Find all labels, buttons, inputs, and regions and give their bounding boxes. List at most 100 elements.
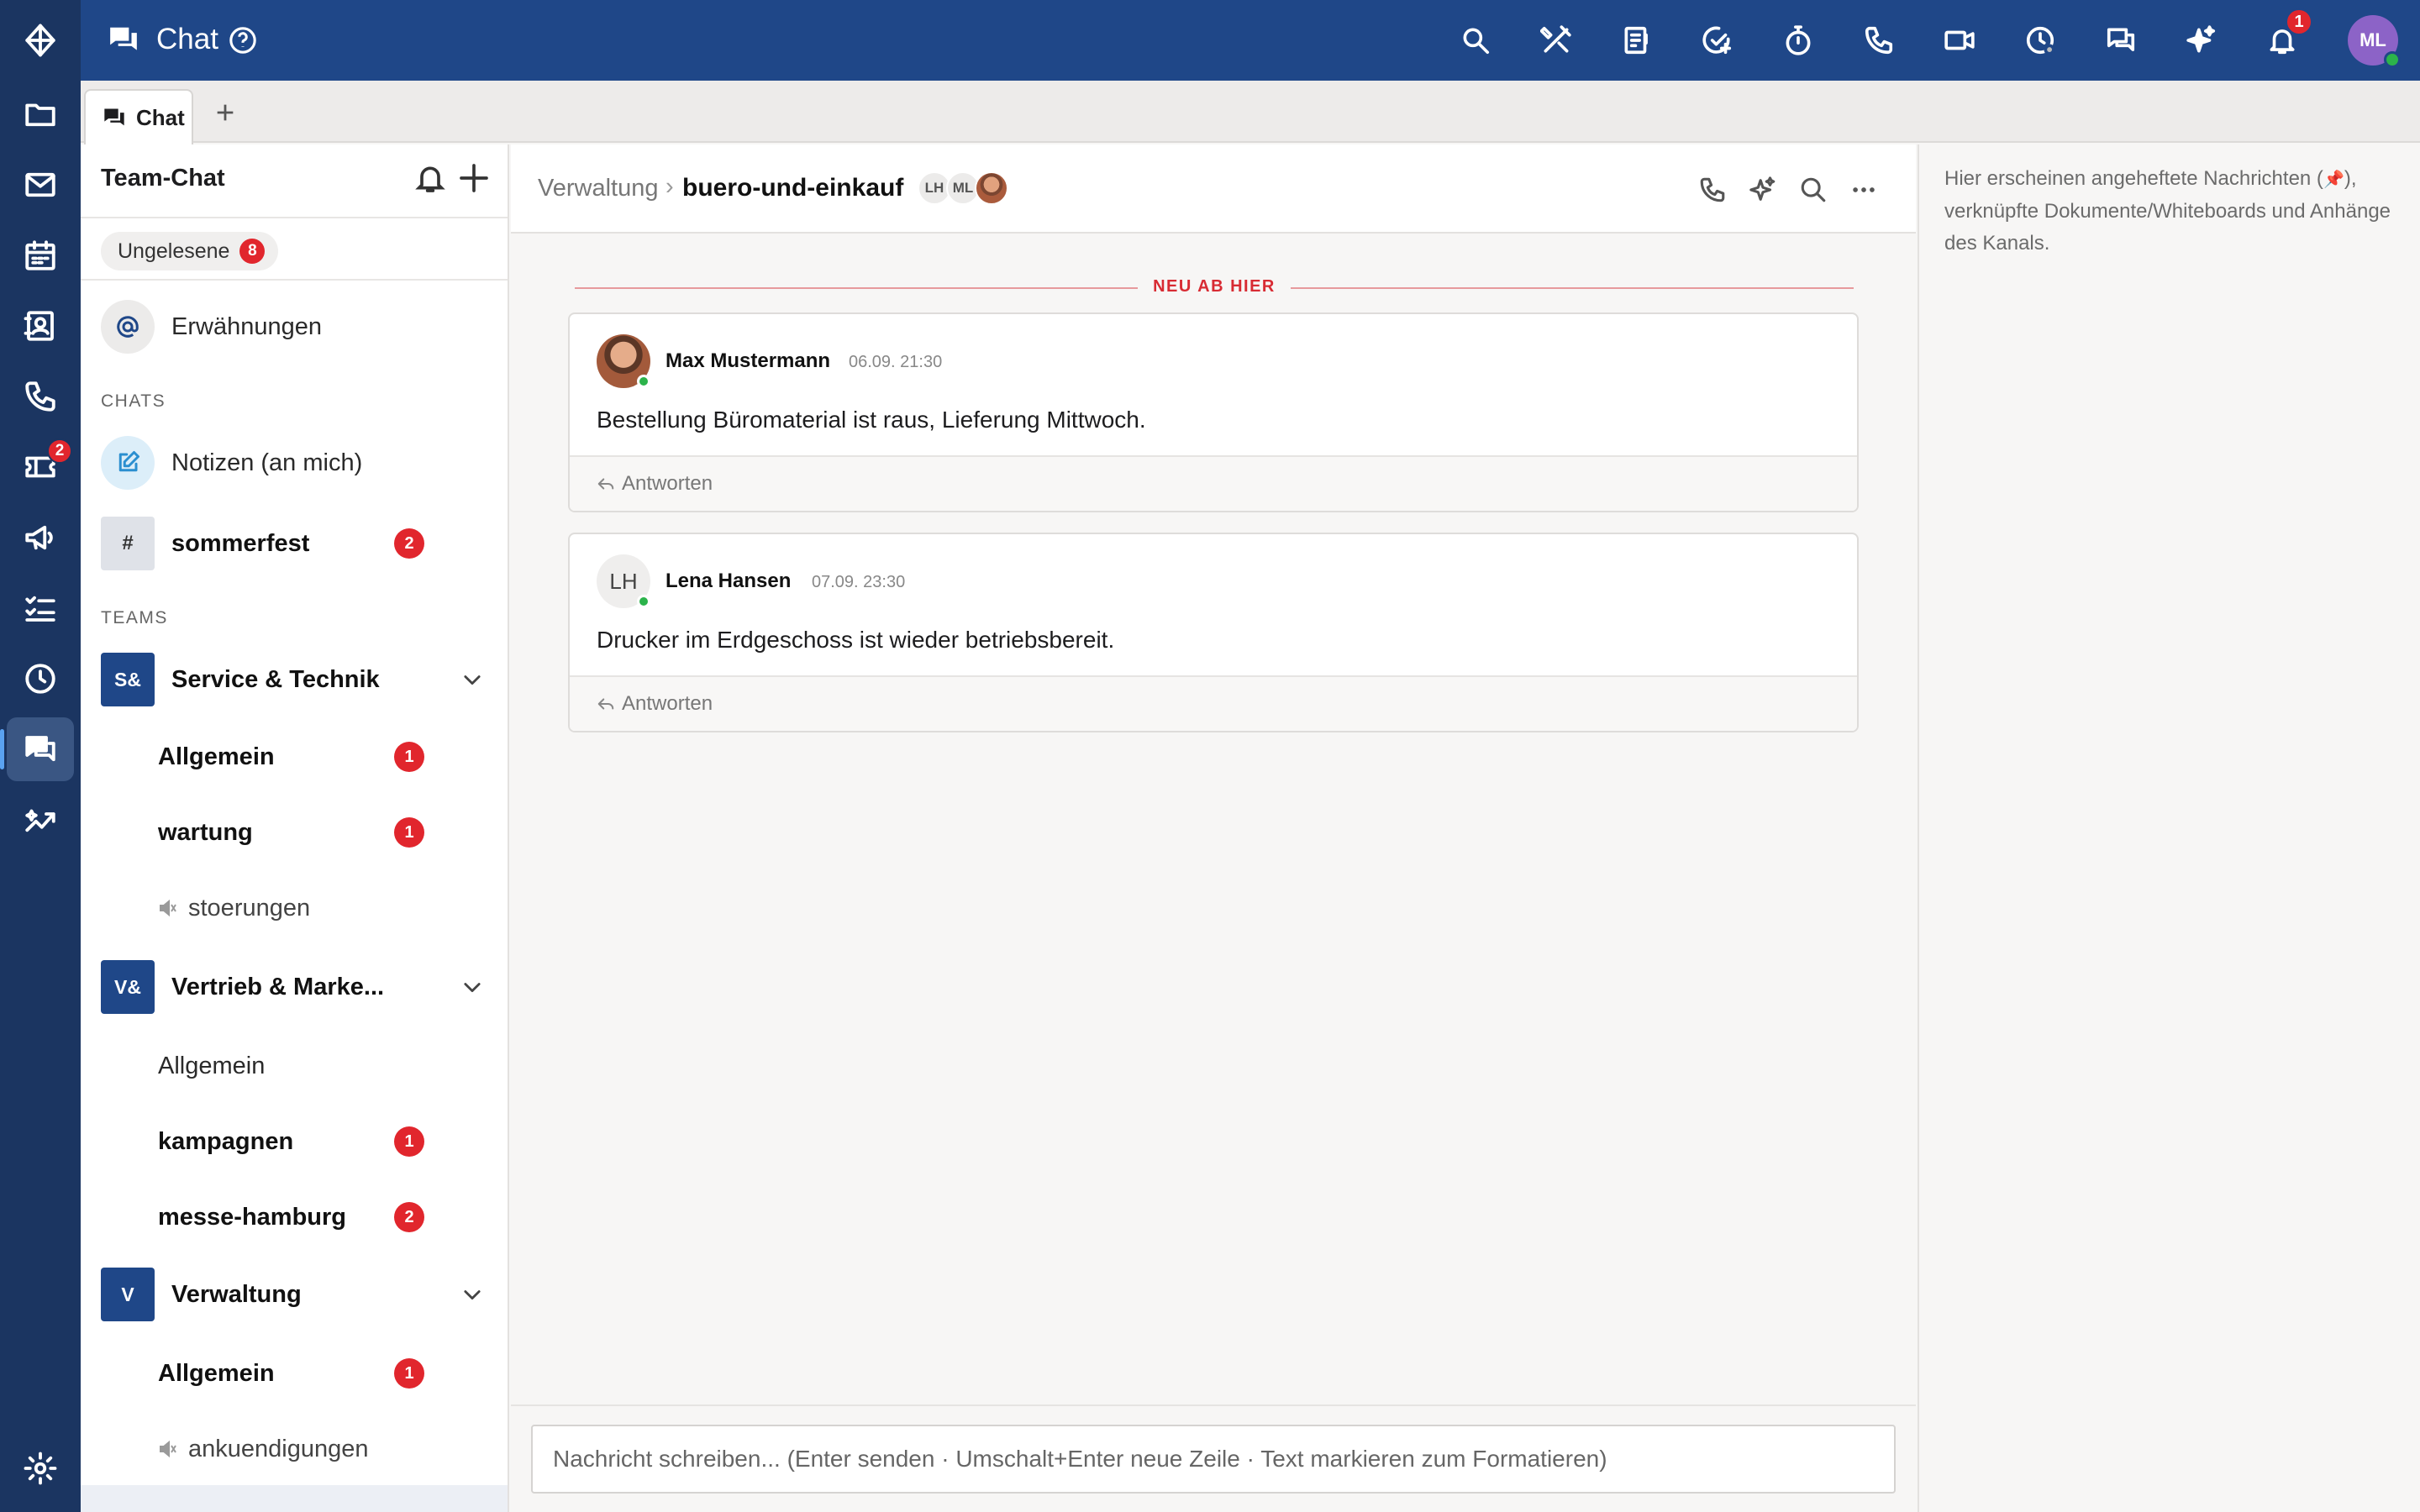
analytics-icon[interactable]: [7, 788, 74, 852]
channel-item[interactable]: Allgemein 1: [81, 719, 508, 795]
chevron-down-icon[interactable]: [460, 668, 484, 691]
more-options-button[interactable]: [1845, 171, 1882, 208]
mentions-item[interactable]: Erwähnungen: [81, 294, 508, 360]
author-initials: LH: [609, 568, 638, 594]
member-avatar-photo[interactable]: [975, 171, 1008, 205]
reply-button[interactable]: Antworten: [597, 692, 713, 716]
channel-item[interactable]: Allgemein: [81, 1028, 508, 1104]
channel-label: ankuendigungen: [188, 1435, 369, 1462]
author-avatar[interactable]: LH: [597, 554, 650, 608]
calendar-icon[interactable]: [7, 223, 74, 287]
video-icon[interactable]: [1939, 20, 1980, 60]
note-edit-icon: [101, 436, 155, 490]
search-icon[interactable]: [1455, 20, 1496, 60]
call-button[interactable]: [1694, 171, 1731, 208]
new-messages-divider: NEU AB HIER: [575, 277, 1854, 297]
user-avatar[interactable]: ML: [2348, 15, 2401, 68]
online-status-dot: [637, 375, 650, 388]
phone-icon[interactable]: [7, 365, 74, 428]
chats-section-label: CHATS: [101, 391, 166, 411]
breadcrumb-team[interactable]: Verwaltung: [538, 175, 659, 202]
channel-item[interactable]: stoerungen: [81, 870, 508, 946]
channel-item[interactable]: Allgemein 1: [81, 1336, 508, 1411]
help-icon[interactable]: [229, 26, 257, 55]
team-avatar: S&: [101, 653, 155, 706]
channel-label: Allgemein: [158, 743, 275, 770]
note-icon[interactable]: [1617, 20, 1657, 60]
selected-channel-highlight[interactable]: [81, 1485, 508, 1512]
mute-icon: [158, 898, 178, 918]
composer-area: [511, 1404, 1916, 1512]
sidebar-title: Team-Chat: [101, 165, 225, 192]
contacts-icon[interactable]: [7, 294, 74, 358]
more-horizontal-icon: [1853, 187, 1875, 192]
online-status-dot: [637, 595, 650, 608]
reply-label: Antworten: [622, 692, 713, 715]
notes-to-me-item[interactable]: Notizen (an mich): [81, 430, 508, 496]
unread-badge: 2: [394, 528, 424, 559]
megaphone-icon[interactable]: [7, 506, 74, 570]
message-text: Bestellung Büromaterial ist raus, Liefer…: [597, 407, 1146, 433]
unread-badge: 1: [394, 742, 424, 772]
tab-label: Chat: [136, 104, 185, 130]
settings-icon[interactable]: [7, 1436, 74, 1500]
tasks-icon[interactable]: [7, 576, 74, 640]
time-tracking-icon[interactable]: [2020, 20, 2060, 60]
unread-badge: 1: [394, 1358, 424, 1389]
ai-summary-button[interactable]: [1744, 171, 1781, 208]
channel-view: Verwaltung › buero-und-einkauf LH ML NEU…: [511, 144, 1916, 1512]
team-service-technik[interactable]: S& Service & Technik: [81, 647, 508, 712]
task-add-icon[interactable]: [1697, 20, 1738, 60]
timer-icon[interactable]: [1778, 20, 1818, 60]
ticket-badge: 2: [47, 438, 72, 464]
folder-icon[interactable]: [7, 82, 74, 146]
app-rail: 2: [0, 0, 81, 1512]
plus-icon: [460, 164, 488, 192]
team-name: Vertrieb & Marke...: [171, 973, 385, 1000]
chevron-down-icon[interactable]: [460, 1283, 484, 1306]
ticket-icon[interactable]: 2: [7, 435, 74, 499]
pin-icon: 📌: [2323, 171, 2344, 189]
unread-filter-chip[interactable]: Ungelesene 8: [101, 232, 279, 270]
tab-chat[interactable]: Chat: [84, 89, 193, 144]
top-bar: Chat 1 ML: [81, 0, 2420, 81]
bell-icon[interactable]: 1: [2262, 8, 2312, 60]
reply-button[interactable]: Antworten: [597, 472, 713, 496]
logo-icon[interactable]: [7, 8, 74, 72]
sidebar-notifications-button[interactable]: [413, 161, 447, 195]
mute-icon: [158, 1439, 178, 1459]
ai-sparkle-icon[interactable]: [2181, 20, 2222, 60]
clock-icon[interactable]: [7, 647, 74, 711]
new-chat-button[interactable]: [457, 161, 491, 195]
message-card: Max Mustermann 06.09. 21:30 Bestellung B…: [568, 312, 1859, 512]
at-icon: [101, 300, 155, 354]
message-card: LH Lena Hansen 07.09. 23:30 Drucker im E…: [568, 533, 1859, 732]
channel-item[interactable]: kampagnen 1: [81, 1104, 508, 1179]
unread-count-badge: 8: [239, 239, 266, 264]
chevron-down-icon[interactable]: [460, 975, 484, 999]
divider: [81, 217, 508, 218]
tools-icon[interactable]: [1536, 20, 1576, 60]
team-vertrieb-marketing[interactable]: V& Vertrieb & Marke...: [81, 954, 508, 1020]
channel-item[interactable]: ankuendigungen: [81, 1411, 508, 1487]
phone-call-icon[interactable]: [1859, 20, 1899, 60]
mail-icon[interactable]: [7, 153, 74, 217]
message-author[interactable]: Lena Hansen: [666, 570, 791, 593]
author-avatar[interactable]: [597, 334, 650, 388]
chat-icon[interactable]: [2101, 20, 2141, 60]
message-author[interactable]: Max Mustermann: [666, 349, 830, 373]
tab-bar: Chat: [81, 81, 2420, 144]
channel-sommerfest[interactable]: # sommerfest 2: [81, 511, 508, 576]
unread-badge: 1: [394, 1126, 424, 1157]
new-messages-label: NEU AB HIER: [1138, 277, 1291, 296]
plus-icon: [217, 104, 234, 121]
channel-item[interactable]: wartung 1: [81, 795, 508, 870]
channel-search-button[interactable]: [1795, 171, 1832, 208]
team-verwaltung[interactable]: V Verwaltung: [81, 1262, 508, 1327]
chat-icon[interactable]: [0, 717, 74, 781]
message-input[interactable]: [531, 1425, 1896, 1494]
team-avatar: V: [101, 1268, 155, 1321]
message-footer: Antworten: [570, 675, 1857, 731]
channel-item[interactable]: messe-hamburg 2: [81, 1179, 508, 1255]
add-tab-button[interactable]: [208, 96, 242, 129]
